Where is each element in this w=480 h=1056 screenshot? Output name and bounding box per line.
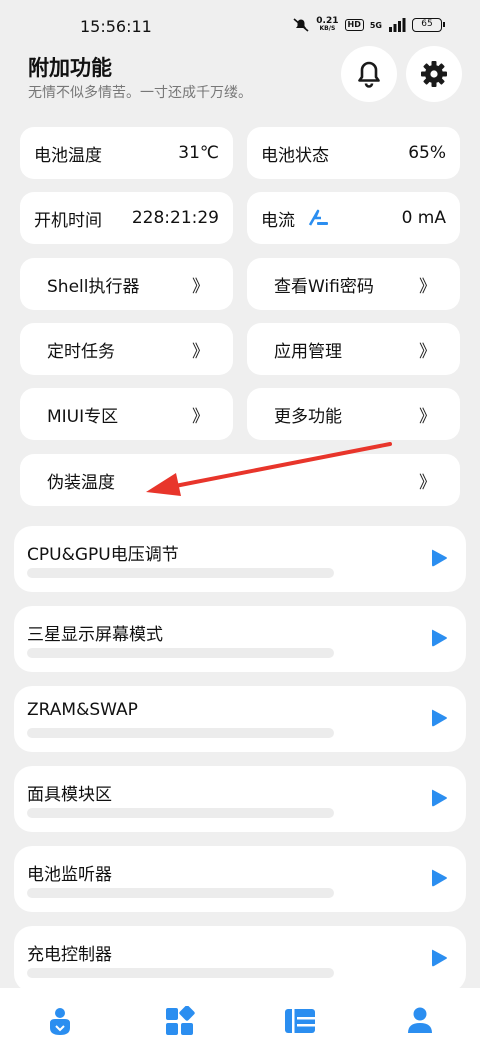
card-title: CPU&GPU电压调节	[27, 545, 179, 565]
list-panel-icon	[285, 1009, 315, 1033]
card-progress-placeholder	[27, 568, 334, 578]
magisk-module-card[interactable]: 面具模块区	[14, 766, 466, 832]
cpu-gpu-voltage-card[interactable]: CPU&GPU电压调节	[14, 526, 466, 592]
card-title: 面具模块区	[27, 785, 112, 805]
play-icon[interactable]	[430, 628, 448, 648]
card-title: ZRAM&SWAP	[27, 700, 138, 720]
user-profile-icon	[408, 1007, 432, 1033]
charge-controller-card[interactable]: 充电控制器	[14, 926, 466, 992]
nav-apps-tab[interactable]	[164, 1005, 196, 1042]
samsung-display-mode-card[interactable]: 三星显示屏幕模式	[14, 606, 466, 672]
battery-monitor-card[interactable]: 电池监听器	[14, 846, 466, 912]
home-person-icon	[50, 1008, 70, 1035]
play-icon[interactable]	[430, 948, 448, 968]
card-progress-placeholder	[27, 808, 334, 818]
play-icon[interactable]	[430, 868, 448, 888]
zram-swap-card[interactable]: ZRAM&SWAP	[14, 686, 466, 752]
card-progress-placeholder	[27, 888, 334, 898]
card-progress-placeholder	[27, 728, 334, 738]
play-icon[interactable]	[430, 788, 448, 808]
bottom-navigation	[0, 988, 480, 1056]
nav-home-tab[interactable]	[47, 1006, 73, 1042]
card-title: 三星显示屏幕模式	[27, 625, 163, 645]
apps-grid-icon	[166, 1005, 195, 1035]
card-title: 充电控制器	[27, 945, 112, 965]
nav-profile-tab[interactable]	[406, 1006, 434, 1040]
card-title: 电池监听器	[27, 865, 112, 885]
nav-list-tab[interactable]	[284, 1006, 316, 1040]
play-icon[interactable]	[430, 548, 448, 568]
card-progress-placeholder	[27, 968, 334, 978]
play-icon[interactable]	[430, 708, 448, 728]
card-progress-placeholder	[27, 648, 334, 658]
